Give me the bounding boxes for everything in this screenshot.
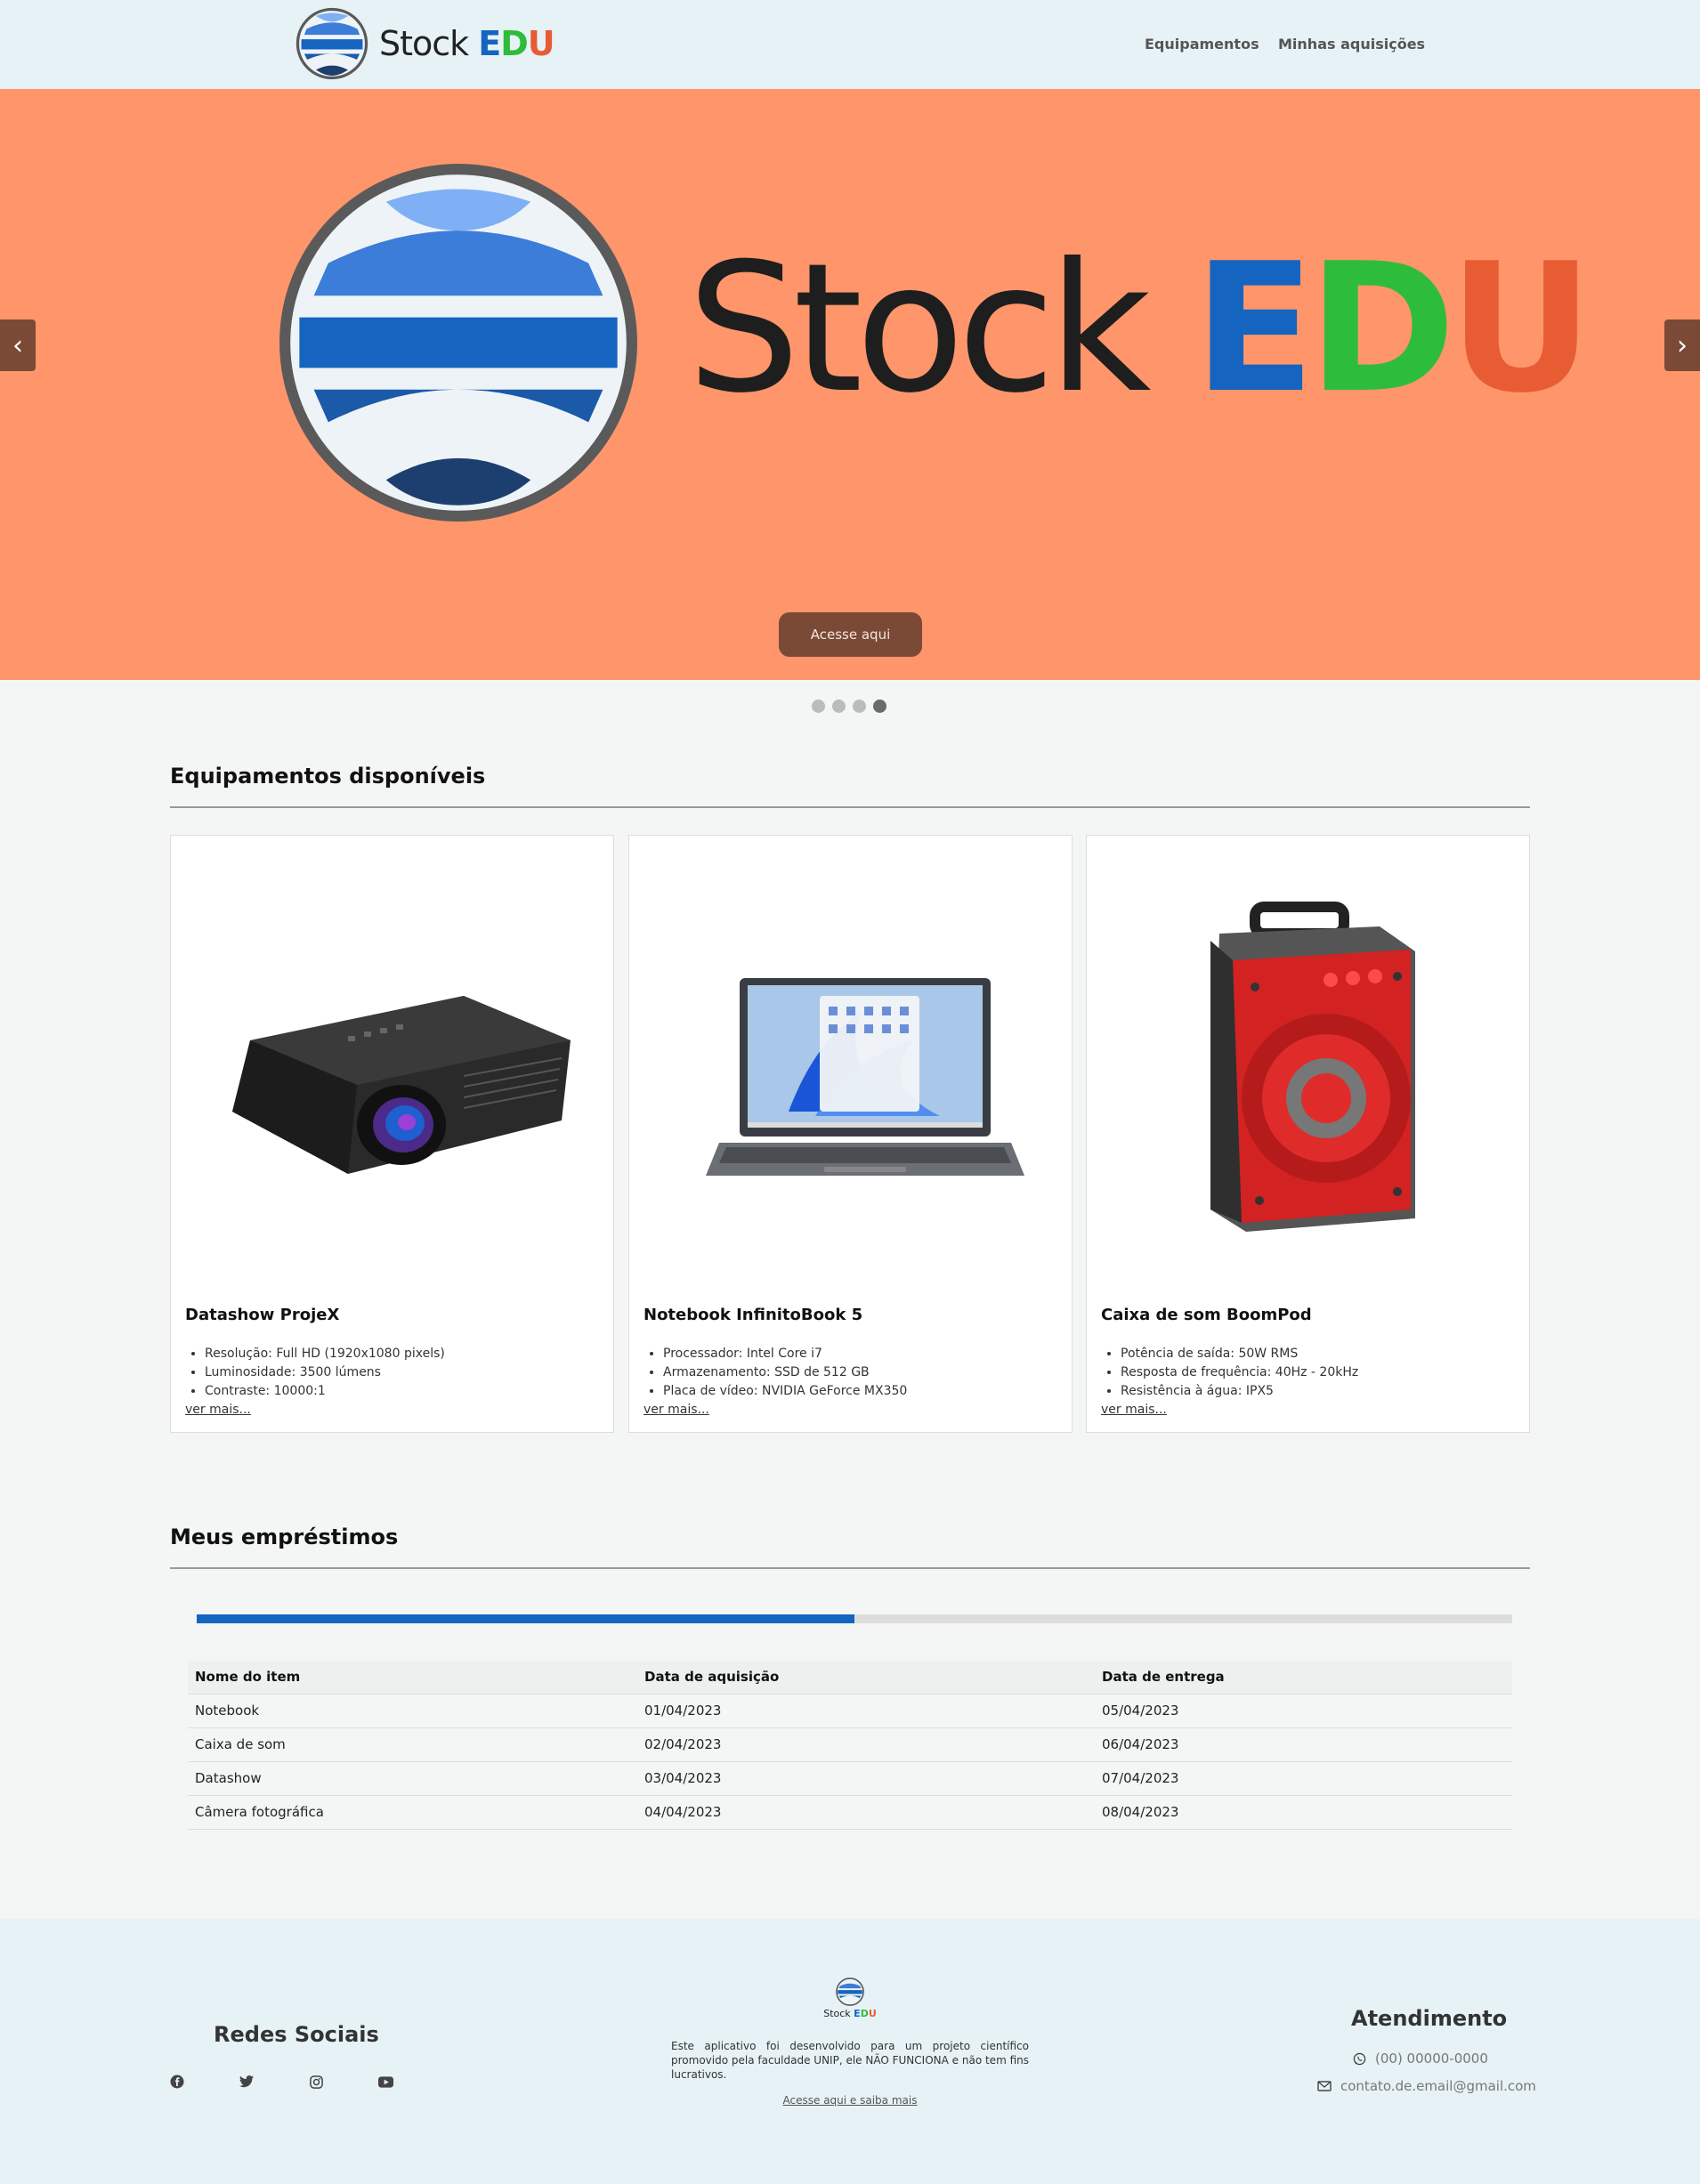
cell-due: 08/04/2023: [1095, 1795, 1512, 1830]
nav-equipamentos[interactable]: Equipamentos: [1145, 36, 1259, 53]
cell-acquired: 04/04/2023: [637, 1795, 1095, 1830]
carousel-dot-2[interactable]: [832, 700, 846, 713]
card-specs: Resolução: Full HD (1920x1080 pixels) Lu…: [205, 1345, 445, 1401]
spec-item: Potência de saída: 50W RMS: [1121, 1345, 1358, 1363]
cell-acquired: 01/04/2023: [637, 1694, 1095, 1728]
progress-fill: [197, 1614, 854, 1623]
footer-globe-icon: [836, 1978, 864, 2006]
card-title: Caixa de som BoomPod: [1101, 1306, 1312, 1324]
cell-acquired: 03/04/2023: [637, 1761, 1095, 1796]
equipment-card[interactable]: Caixa de som BoomPod Potência de saída: …: [1086, 835, 1530, 1433]
cell-item: Datashow: [188, 1761, 637, 1796]
table-header-row: Nome do item Data de aquisição Data de e…: [188, 1661, 1512, 1695]
carousel-dot-1[interactable]: [812, 700, 825, 713]
card-specs: Processador: Intel Core i7 Armazenamento…: [663, 1345, 907, 1401]
emprestimos-title: Meus empréstimos: [170, 1525, 399, 1549]
spec-item: Placa de vídeo: NVIDIA GeForce MX350: [663, 1382, 907, 1401]
footer: Redes Sociais Stock EDU Este aplicativo …: [0, 1919, 1700, 2184]
hero-carousel: Stock EDU ‹ › Acesse aqui: [0, 89, 1700, 680]
attendance-title: Atendimento: [1351, 2006, 1508, 2031]
projector-image: [171, 836, 613, 1298]
footer-about: Stock EDU Este aplicativo foi desenvolvi…: [671, 1978, 1029, 2107]
cell-item: Câmera fotográfica: [188, 1795, 637, 1830]
footer-description: Este aplicativo foi desenvolvido para um…: [671, 2040, 1029, 2081]
section-divider: [170, 806, 1530, 808]
speaker-image: [1087, 836, 1529, 1298]
cell-item: Caixa de som: [188, 1727, 637, 1762]
card-specs: Potência de saída: 50W RMS Resposta de f…: [1121, 1345, 1358, 1401]
equipment-card[interactable]: Datashow ProjeX Resolução: Full HD (1920…: [170, 835, 614, 1433]
hero-wordmark: Stock EDU: [687, 225, 1593, 433]
spec-item: Armazenamento: SSD de 512 GB: [663, 1363, 907, 1382]
column-header: Data de aquisição: [637, 1661, 1095, 1695]
spec-item: Processador: Intel Core i7: [663, 1345, 907, 1363]
footer-learn-more-link[interactable]: Acesse aqui e saiba mais: [783, 2094, 918, 2107]
ver-mais-link[interactable]: ver mais...: [1101, 1403, 1167, 1417]
attendance-email[interactable]: contato.de.email@gmail.com: [1317, 2078, 1536, 2094]
cell-due: 05/04/2023: [1095, 1694, 1512, 1728]
table-row: Notebook 01/04/2023 05/04/2023: [188, 1694, 1512, 1728]
brand-logo[interactable]: Stock EDU: [295, 5, 555, 82]
whatsapp-icon: [1353, 2052, 1366, 2065]
brand-wordmark: Stock EDU: [379, 24, 555, 63]
phone-text: (00) 00000-0000: [1375, 2051, 1488, 2067]
envelope-icon: [1317, 2081, 1332, 2091]
carousel-indicators: [812, 700, 886, 713]
loan-progress-bar: [197, 1614, 1512, 1623]
cell-acquired: 02/04/2023: [637, 1727, 1095, 1762]
card-title: Notebook InfinitoBook 5: [644, 1306, 863, 1324]
equipment-card[interactable]: Notebook InfinitoBook 5 Processador: Int…: [628, 835, 1073, 1433]
cell-due: 07/04/2023: [1095, 1761, 1512, 1796]
card-title: Datashow ProjeX: [185, 1306, 340, 1324]
section-divider: [170, 1567, 1530, 1569]
twitter-icon[interactable]: [237, 2072, 256, 2091]
table-row: Datashow 03/04/2023 07/04/2023: [188, 1761, 1512, 1796]
equipamentos-title: Equipamentos disponíveis: [170, 764, 486, 789]
column-header: Data de entrega: [1095, 1661, 1512, 1695]
column-header: Nome do item: [188, 1661, 637, 1695]
cell-due: 06/04/2023: [1095, 1727, 1512, 1762]
top-header: Stock EDU Equipamentos Minhas aquisições: [0, 0, 1700, 89]
youtube-icon[interactable]: [376, 2072, 395, 2091]
instagram-icon[interactable]: [306, 2072, 326, 2091]
social-icons: [167, 2072, 395, 2091]
table-row: Câmera fotográfica 04/04/2023 08/04/2023: [188, 1795, 1512, 1830]
table-row: Caixa de som 02/04/2023 06/04/2023: [188, 1727, 1512, 1762]
spec-item: Resolução: Full HD (1920x1080 pixels): [205, 1345, 445, 1363]
facebook-icon[interactable]: [167, 2072, 187, 2091]
email-text: contato.de.email@gmail.com: [1340, 2078, 1536, 2094]
carousel-next-button[interactable]: ›: [1664, 320, 1700, 371]
nav-minhas-aquisicoes[interactable]: Minhas aquisições: [1278, 36, 1425, 53]
attendance-phone[interactable]: (00) 00000-0000: [1353, 2051, 1488, 2067]
carousel-dot-3[interactable]: [853, 700, 866, 713]
footer-logo[interactable]: Stock EDU: [671, 1978, 1029, 2019]
spec-item: Resistência à água: IPX5: [1121, 1382, 1358, 1401]
spec-item: Luminosidade: 3500 lúmens: [205, 1363, 445, 1382]
social-title: Redes Sociais: [214, 2022, 379, 2047]
ver-mais-link[interactable]: ver mais...: [644, 1403, 709, 1417]
spec-item: Contraste: 10000:1: [205, 1382, 445, 1401]
footer-wordmark: Stock EDU: [823, 2008, 877, 2019]
laptop-image: [629, 836, 1072, 1298]
carousel-prev-button[interactable]: ‹: [0, 320, 36, 371]
globe-logo-icon: [295, 7, 368, 80]
spec-item: Resposta de frequência: 40Hz - 20kHz: [1121, 1363, 1358, 1382]
hero-cta-button[interactable]: Acesse aqui: [779, 612, 922, 657]
ver-mais-link[interactable]: ver mais...: [185, 1403, 251, 1417]
loans-table: Nome do item Data de aquisição Data de e…: [188, 1661, 1512, 1830]
hero-globe-logo-icon: [279, 164, 637, 522]
cell-item: Notebook: [188, 1694, 637, 1728]
carousel-dot-4[interactable]: [873, 700, 886, 713]
